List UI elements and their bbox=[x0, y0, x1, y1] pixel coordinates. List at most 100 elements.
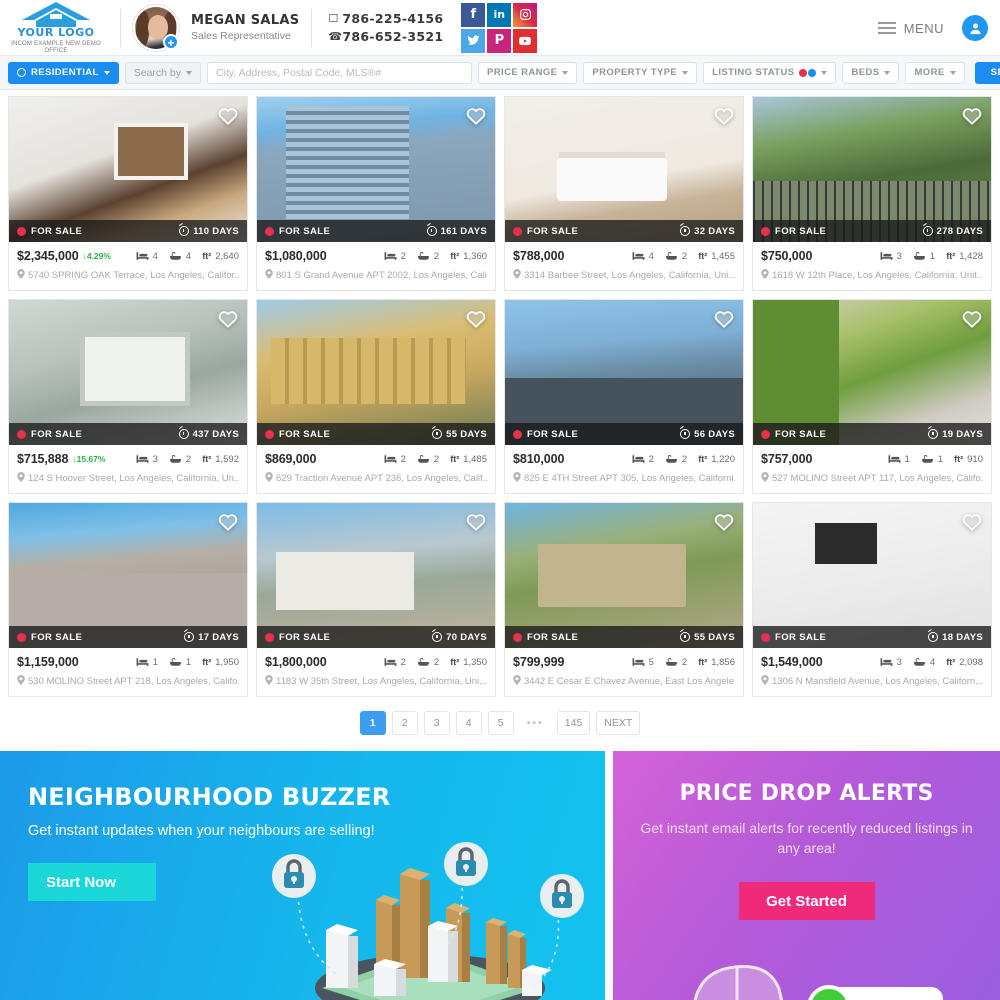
sqft-value: 2,640 bbox=[215, 250, 239, 262]
pinterest-icon[interactable]: P bbox=[487, 28, 512, 53]
listing-specs: 3 2 ft² 1,592 bbox=[136, 454, 239, 465]
listing-ribbon: FOR SALE 56 DAYS bbox=[505, 423, 743, 445]
listing-photo[interactable]: FOR SALE 18 DAYS bbox=[753, 503, 991, 648]
clock-icon bbox=[179, 226, 190, 236]
linkedin-icon[interactable]: in bbox=[487, 2, 512, 27]
favorite-heart-icon[interactable] bbox=[961, 105, 983, 127]
status-badge: FOR SALE bbox=[761, 429, 826, 440]
chevron-down-icon bbox=[949, 70, 956, 75]
twitter-icon[interactable] bbox=[461, 28, 486, 53]
mobile-phone-row[interactable]: ☐ 786-225-4156 bbox=[328, 11, 443, 26]
listing-card[interactable]: FOR SALE 110 DAYS $2,345,000 ↓4.29% 4 4 ft² 2,6… bbox=[8, 96, 248, 291]
days-on-market: 32 DAYS bbox=[680, 226, 735, 237]
listing-photo[interactable]: FOR SALE 70 DAYS bbox=[257, 503, 495, 648]
listing-photo[interactable]: FOR SALE 32 DAYS bbox=[505, 97, 743, 242]
favorite-heart-icon[interactable] bbox=[217, 308, 239, 330]
listing-address: 527 MOLINO Street APT 117, Los Angeles, … bbox=[761, 472, 983, 485]
listing-card[interactable]: FOR SALE 17 DAYS $1,159,000 1 1 ft² 1,950 530 M… bbox=[8, 502, 248, 697]
baths-spec: 4 bbox=[169, 251, 191, 262]
category-dropdown-residential[interactable]: RESIDENTIAL bbox=[8, 61, 119, 84]
office-phone-row[interactable]: ☎ 786-652-3521 bbox=[328, 29, 443, 44]
favorite-heart-icon[interactable] bbox=[217, 105, 239, 127]
pagination: 1 2 3 4 5 ••• 145 NEXT bbox=[0, 697, 1000, 751]
location-pin-icon bbox=[513, 269, 521, 282]
favorite-heart-icon[interactable] bbox=[961, 511, 983, 533]
location-pin-icon bbox=[17, 472, 25, 485]
status-blue-dot-icon bbox=[808, 68, 817, 77]
favorite-heart-icon[interactable] bbox=[713, 308, 735, 330]
filter-listing-status[interactable]: LISTING STATUS bbox=[703, 61, 837, 84]
filter-property-type[interactable]: PROPERTY TYPE bbox=[583, 61, 698, 84]
address-text: 801 S Grand Avenue APT 2002, Los Angeles… bbox=[276, 270, 487, 281]
banner-neighbourhood-buzzer[interactable]: NEIGHBOURHOOD BUZZER Get instant updates… bbox=[0, 751, 605, 1000]
listing-photo[interactable]: FOR SALE 161 DAYS bbox=[257, 97, 495, 242]
favorite-heart-icon[interactable] bbox=[465, 308, 487, 330]
address-text: 1618 W 12th Place, Los Angeles, Californ… bbox=[772, 270, 983, 281]
listing-card[interactable]: FOR SALE 18 DAYS $1,549,000 3 4 ft² 2,098 1306 … bbox=[752, 502, 992, 697]
listing-price: $799,999 bbox=[513, 655, 565, 669]
agent-info: MEGAN SALAS Sales Representative bbox=[191, 13, 299, 42]
search-by-dropdown[interactable]: Search by bbox=[124, 61, 202, 84]
chevron-down-icon bbox=[821, 70, 828, 75]
page-button-last[interactable]: 145 bbox=[556, 711, 591, 735]
listing-card[interactable]: FOR SALE 32 DAYS $788,000 4 2 ft² 1,455 3314 Ba… bbox=[504, 96, 744, 291]
start-now-button[interactable]: Start Now bbox=[28, 863, 156, 901]
listing-address: 1183 W 35th Street, Los Angeles, Califor… bbox=[265, 675, 487, 688]
listing-card[interactable]: FOR SALE 55 DAYS $799,999 5 2 ft² 1,856 3442 E … bbox=[504, 502, 744, 697]
favorite-heart-icon[interactable] bbox=[713, 105, 735, 127]
baths-spec: 2 bbox=[417, 657, 439, 668]
listing-photo[interactable]: FOR SALE 55 DAYS bbox=[257, 300, 495, 445]
page-button-5[interactable]: 5 bbox=[487, 711, 514, 735]
user-account-button[interactable] bbox=[962, 15, 988, 41]
listing-photo[interactable]: FOR SALE 110 DAYS bbox=[9, 97, 247, 242]
listing-card[interactable]: FOR SALE 55 DAYS $869,000 2 2 ft² 1,485 629 Tra… bbox=[256, 299, 496, 494]
favorite-heart-icon[interactable] bbox=[217, 511, 239, 533]
listing-card[interactable]: FOR SALE 437 DAYS $715,888 ↓15.67% 3 2 ft² 1,59… bbox=[8, 299, 248, 494]
listing-photo[interactable]: FOR SALE 437 DAYS bbox=[9, 300, 247, 445]
search-submit-button[interactable]: SEARCH bbox=[974, 61, 1000, 84]
brand-logo[interactable]: YOUR LOGO INCOM EXAMPLE NEW DEMO OFFICE bbox=[0, 1, 108, 55]
page-button-1[interactable]: 1 bbox=[359, 711, 386, 735]
favorite-heart-icon[interactable] bbox=[713, 511, 735, 533]
days-label: 55 DAYS bbox=[446, 428, 487, 440]
site-header: YOUR LOGO INCOM EXAMPLE NEW DEMO OFFICE … bbox=[0, 0, 1000, 56]
beds-spec: 5 bbox=[632, 657, 654, 668]
search-input[interactable] bbox=[207, 61, 473, 84]
next-page-button[interactable]: NEXT bbox=[596, 711, 641, 735]
listing-ribbon: FOR SALE 437 DAYS bbox=[9, 423, 247, 445]
add-agent-badge[interactable]: + bbox=[163, 33, 179, 50]
listing-details: $869,000 2 2 ft² 1,485 629 Traction Avenue AP… bbox=[257, 445, 495, 493]
favorite-heart-icon[interactable] bbox=[961, 308, 983, 330]
listing-photo[interactable]: FOR SALE 55 DAYS bbox=[505, 503, 743, 648]
instagram-icon[interactable] bbox=[513, 2, 538, 27]
banner-price-drop-alerts[interactable]: PRICE DROP ALERTS Get instant email aler… bbox=[613, 751, 1000, 1000]
chevron-down-icon bbox=[103, 70, 110, 75]
listing-photo[interactable]: FOR SALE 56 DAYS bbox=[505, 300, 743, 445]
menu-button[interactable]: MENU bbox=[877, 19, 944, 37]
status-badge: FOR SALE bbox=[513, 226, 578, 237]
page-button-2[interactable]: 2 bbox=[391, 711, 418, 735]
page-button-3[interactable]: 3 bbox=[423, 711, 450, 735]
listing-photo[interactable]: FOR SALE 19 DAYS bbox=[753, 300, 991, 445]
favorite-heart-icon[interactable] bbox=[465, 105, 487, 127]
agent-avatar[interactable]: + bbox=[133, 4, 179, 51]
page-button-4[interactable]: 4 bbox=[455, 711, 482, 735]
listing-card[interactable]: FOR SALE 70 DAYS $1,800,000 2 2 ft² 1,350 1183 … bbox=[256, 502, 496, 697]
filter-beds[interactable]: BEDS bbox=[842, 61, 900, 84]
sqft-value: 1,428 bbox=[959, 250, 983, 262]
facebook-icon[interactable]: f bbox=[461, 2, 486, 27]
favorite-heart-icon[interactable] bbox=[465, 511, 487, 533]
listing-card[interactable]: FOR SALE 161 DAYS $1,080,000 2 2 ft² 1,360 801 … bbox=[256, 96, 496, 291]
listing-specs: 1 1 ft² 1,950 bbox=[136, 657, 239, 668]
beds-value: 2 bbox=[400, 250, 406, 262]
youtube-icon[interactable] bbox=[513, 28, 538, 53]
listing-card[interactable]: FOR SALE 19 DAYS $757,000 1 1 ft² 910 527 MOLIN… bbox=[752, 299, 992, 494]
filter-more[interactable]: MORE bbox=[905, 61, 965, 84]
listing-card[interactable]: FOR SALE 56 DAYS $810,000 2 2 ft² 1,220 825 E 4… bbox=[504, 299, 744, 494]
listing-photo[interactable]: FOR SALE 278 DAYS bbox=[753, 97, 991, 242]
listing-photo[interactable]: FOR SALE 17 DAYS bbox=[9, 503, 247, 648]
filter-price-range[interactable]: PRICE RANGE bbox=[478, 61, 578, 84]
search-by-label: Search by bbox=[133, 66, 182, 79]
listing-card[interactable]: FOR SALE 278 DAYS $750,000 3 1 ft² 1,428 1618 W… bbox=[752, 96, 992, 291]
get-started-button[interactable]: Get Started bbox=[738, 882, 875, 920]
